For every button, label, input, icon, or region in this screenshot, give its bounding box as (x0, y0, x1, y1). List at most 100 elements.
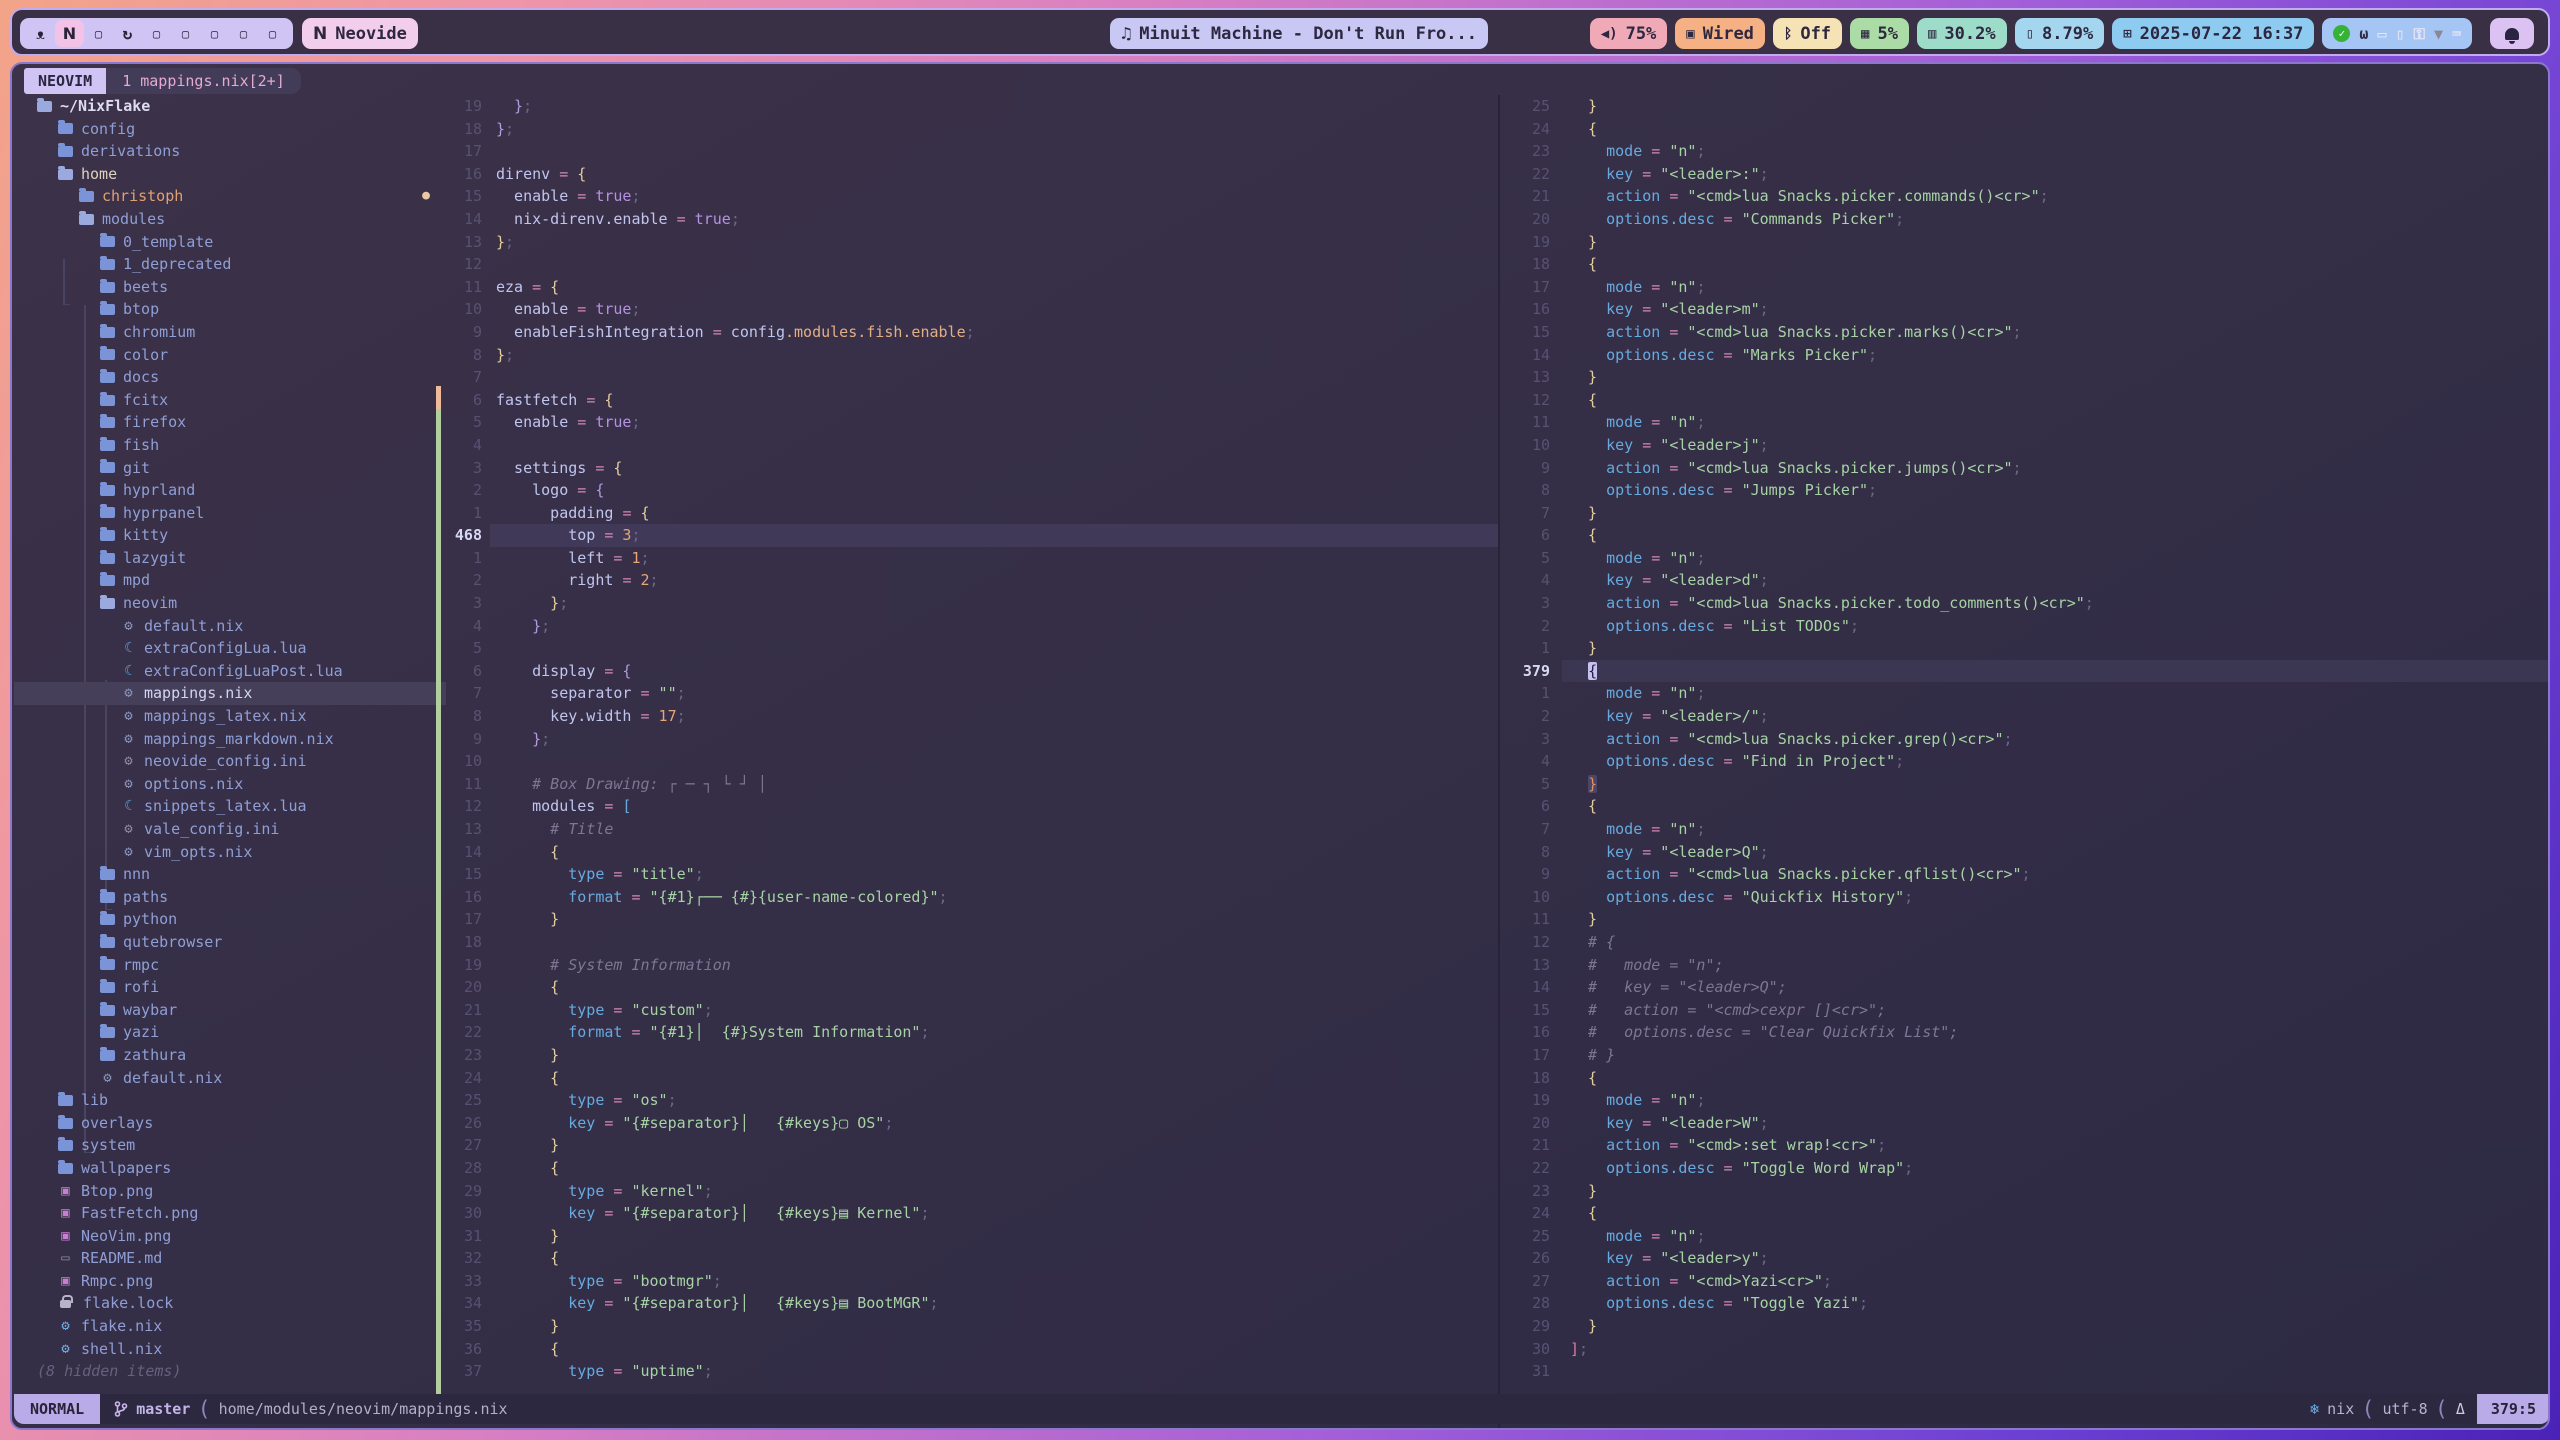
code-line[interactable]: 17 mode = "n"; (1502, 276, 2550, 299)
tree-item-options-nix[interactable]: ⚙options.nix (14, 773, 446, 796)
code-line[interactable]: 2 key = "<leader>/"; (1502, 705, 2550, 728)
empty-workspace-icon[interactable]: ▢ (171, 20, 200, 47)
code-line[interactable]: 33 type = "bootmgr"; (442, 1270, 1498, 1293)
code-line[interactable]: 19 }; (442, 95, 1498, 118)
code-line[interactable]: 24 { (1502, 118, 2550, 141)
empty-workspace-icon[interactable]: ▢ (258, 20, 287, 47)
code-line[interactable]: 18 (442, 931, 1498, 954)
code-line[interactable]: 11eza = { (442, 276, 1498, 299)
code-line[interactable]: 4 }; (442, 615, 1498, 638)
disk-pill[interactable]: ▯8.79% (2015, 18, 2105, 49)
tree-item--nixflake[interactable]: ~/NixFlake (14, 95, 446, 118)
code-line[interactable]: 20 { (442, 976, 1498, 999)
code-line[interactable]: 15 # action = "<cmd>cexpr []<cr>"; (1502, 999, 2550, 1022)
code-line[interactable]: 16 format = "{#1}┌── {#}{user-name-color… (442, 886, 1498, 909)
tree-item-mappings-markdown-nix[interactable]: ⚙mappings_markdown.nix (14, 728, 446, 751)
tree-item-modules[interactable]: modules (14, 208, 446, 231)
code-line[interactable]: 15 enable = true; (442, 185, 1498, 208)
tree-item-wallpapers[interactable]: wallpapers (14, 1157, 446, 1180)
bluetooth-pill[interactable]: ᛒOff (1773, 18, 1842, 49)
tree-item-hyprpanel[interactable]: hyprpanel (14, 502, 446, 525)
code-line[interactable]: 25 } (1502, 95, 2550, 118)
code-line[interactable]: 26 key = "<leader>y"; (1502, 1247, 2550, 1270)
tree-item-beets[interactable]: beets (14, 276, 446, 299)
cpu-pill[interactable]: ▦5% (1850, 18, 1909, 49)
tree-item-mappings-nix[interactable]: ⚙mappings.nix (14, 682, 446, 705)
tree-item-mpd[interactable]: mpd (14, 569, 446, 592)
code-line[interactable]: 30]; (1502, 1338, 2550, 1361)
code-line[interactable]: 25 mode = "n"; (1502, 1225, 2550, 1248)
tree-item-neovide-config-ini[interactable]: ⚙neovide_config.ini (14, 750, 446, 773)
code-line[interactable]: 19 mode = "n"; (1502, 1089, 2550, 1112)
code-line[interactable]: 31 (1502, 1360, 2550, 1383)
code-line[interactable]: 23 mode = "n"; (1502, 140, 2550, 163)
tree-item-extraconfiglua-lua[interactable]: ☾extraConfigLua.lua (14, 637, 446, 660)
tree-item-extraconfigluapost-lua[interactable]: ☾extraConfigLuaPost.lua (14, 660, 446, 683)
code-line[interactable]: 12 (442, 253, 1498, 276)
notifications-pill[interactable] (2490, 18, 2534, 49)
code-line[interactable]: 6 { (1502, 524, 2550, 547)
code-line[interactable]: 1 mode = "n"; (1502, 682, 2550, 705)
scrollbar[interactable] (436, 409, 441, 1394)
code-line[interactable]: 2 right = 2; (442, 569, 1498, 592)
code-line[interactable]: 14 nix-direnv.enable = true; (442, 208, 1498, 231)
tray-steam-icon[interactable]: ω (2359, 25, 2368, 43)
tree-item-vim-opts-nix[interactable]: ⚙vim_opts.nix (14, 841, 446, 864)
code-line[interactable]: 3 }; (442, 592, 1498, 615)
code-line[interactable]: 1 left = 1; (442, 547, 1498, 570)
code-line[interactable]: 37 type = "uptime"; (442, 1360, 1498, 1383)
code-line[interactable]: 7 separator = ""; (442, 682, 1498, 705)
code-line[interactable]: 15 action = "<cmd>lua Snacks.picker.mark… (1502, 321, 2550, 344)
code-line[interactable]: 16 # options.desc = "Clear Quickfix List… (1502, 1021, 2550, 1044)
code-line[interactable]: 8 key = "<leader>Q"; (1502, 841, 2550, 864)
code-line[interactable]: 17 } (442, 908, 1498, 931)
tree-item-nnn[interactable]: nnn (14, 863, 446, 886)
code-line[interactable]: 24 { (1502, 1202, 2550, 1225)
code-line[interactable]: 23 } (442, 1044, 1498, 1067)
tree-item-system[interactable]: system (14, 1134, 446, 1157)
empty-workspace-icon[interactable]: ▢ (142, 20, 171, 47)
tree-item-rmpc-png[interactable]: ▣Rmpc.png (14, 1270, 446, 1293)
tree-item-btop-png[interactable]: ▣Btop.png (14, 1180, 446, 1203)
code-line[interactable]: 20 options.desc = "Commands Picker"; (1502, 208, 2550, 231)
code-line[interactable]: 21 action = "<cmd>:set wrap!<cr>"; (1502, 1134, 2550, 1157)
code-line[interactable]: 18 { (1502, 253, 2550, 276)
code-line[interactable]: 12 { (1502, 389, 2550, 412)
code-line[interactable]: 35 } (442, 1315, 1498, 1338)
tray-check-icon[interactable]: ✓ (2333, 25, 2350, 42)
tree-item-neovim-png[interactable]: ▣NeoVim.png (14, 1225, 446, 1248)
code-line[interactable]: 9 action = "<cmd>lua Snacks.picker.qflis… (1502, 863, 2550, 886)
network-pill[interactable]: ▣Wired (1675, 18, 1765, 49)
empty-workspace-icon[interactable]: ▢ (200, 20, 229, 47)
code-line[interactable]: 14 { (442, 841, 1498, 864)
code-line[interactable]: 3 action = "<cmd>lua Snacks.picker.todo_… (1502, 592, 2550, 615)
code-line[interactable]: 17 (442, 140, 1498, 163)
code-line[interactable]: 19 } (1502, 231, 2550, 254)
music-pill[interactable]: ♫ Minuit Machine - Don't Run Fro... (1110, 18, 1488, 49)
code-line[interactable]: 13 # Title (442, 818, 1498, 841)
code-line[interactable]: 32 { (442, 1247, 1498, 1270)
tree-item-overlays[interactable]: overlays (14, 1112, 446, 1135)
code-line[interactable]: 26 key = "{#separator}│ {#keys}▢ OS"; (442, 1112, 1498, 1135)
code-line[interactable]: 31 } (442, 1225, 1498, 1248)
code-line[interactable]: 468 top = 3; (442, 524, 1498, 547)
clock-pill[interactable]: ⊞2025-07-22 16:37 (2112, 18, 2314, 49)
code-line[interactable]: 13}; (442, 231, 1498, 254)
tree-item-christoph[interactable]: christoph● (14, 185, 446, 208)
neovim-icon[interactable]: N (55, 20, 84, 47)
cat-icon[interactable]: ᴥ (26, 20, 55, 47)
tree-item-zathura[interactable]: zathura (14, 1044, 446, 1067)
fire-icon[interactable]: ↻ (113, 20, 142, 47)
tree-item-docs[interactable]: docs (14, 366, 446, 389)
code-line[interactable]: 22 key = "<leader>:"; (1502, 163, 2550, 186)
code-line[interactable]: 10 (442, 750, 1498, 773)
code-line[interactable]: 13 # mode = "n"; (1502, 954, 2550, 977)
code-line[interactable]: 5 enable = true; (442, 411, 1498, 434)
tray-keyboard-icon[interactable]: ⌨ (2452, 25, 2461, 43)
code-line[interactable]: 16direnv = { (442, 163, 1498, 186)
tree-item-readme-md[interactable]: ▭README.md (14, 1247, 446, 1270)
tree-item-waybar[interactable]: waybar (14, 999, 446, 1022)
code-line[interactable]: 11 } (1502, 908, 2550, 931)
code-line[interactable]: 6fastfetch = { (442, 389, 1498, 412)
tree-item-default-nix[interactable]: ⚙default.nix (14, 615, 446, 638)
